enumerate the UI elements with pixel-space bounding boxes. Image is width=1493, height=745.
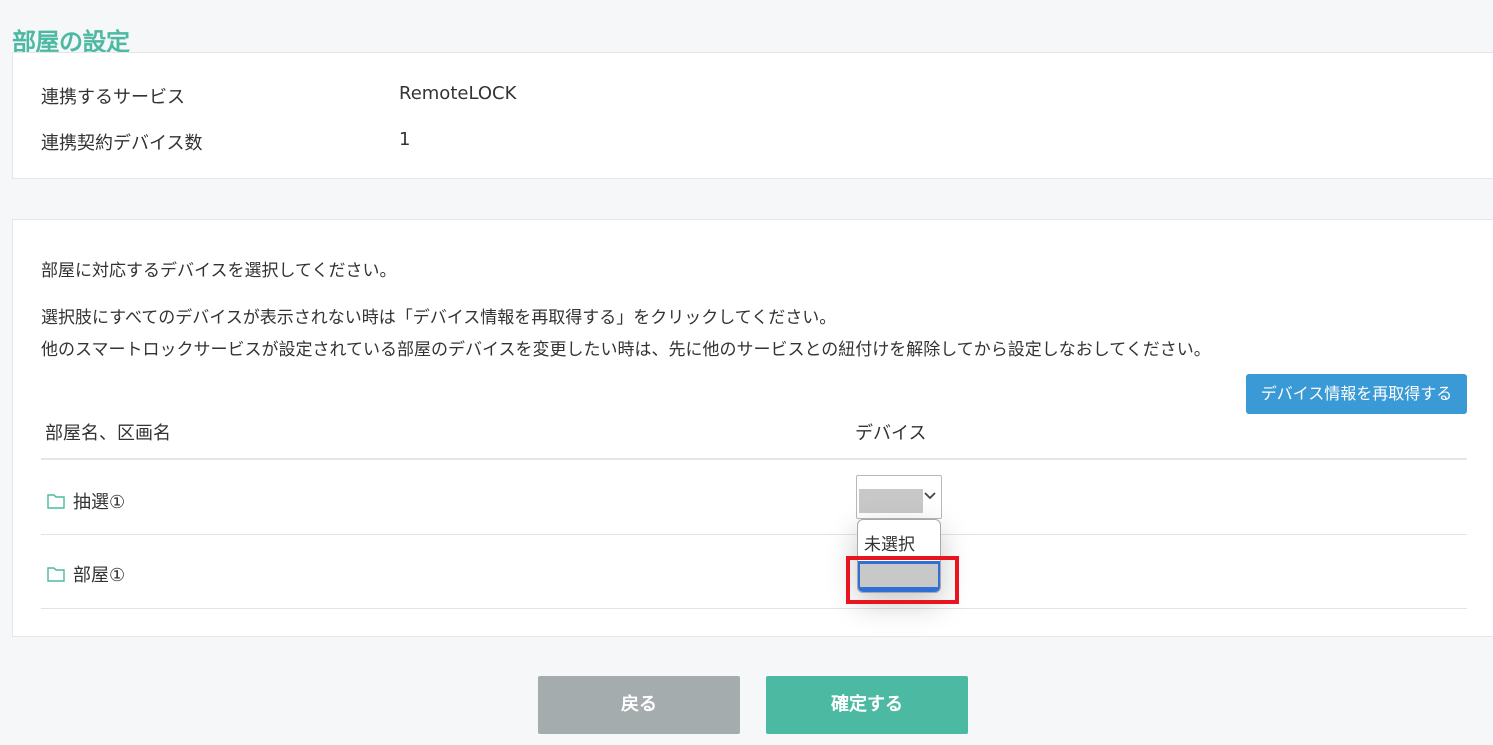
service-value: RemoteLOCK	[399, 83, 517, 104]
table-row: 部屋①	[47, 561, 125, 587]
note-line-1: 選択肢にすべてのデバイスが表示されない時は「デバイス情報を再取得する」をクリック…	[41, 308, 837, 328]
row-divider	[41, 608, 1467, 609]
chevron-down-icon	[924, 492, 936, 500]
refresh-devices-button[interactable]: デバイス情報を再取得する	[1246, 374, 1467, 414]
room-name: 部屋①	[73, 565, 126, 586]
back-button[interactable]: 戻る	[538, 676, 740, 734]
room-name: 抽選①	[73, 492, 126, 513]
table-header-divider	[41, 458, 1467, 460]
instruction-text: 部屋に対応するデバイスを選択してください。	[41, 261, 397, 281]
highlight-box	[846, 556, 959, 604]
folder-icon	[47, 493, 65, 509]
confirm-button[interactable]: 確定する	[766, 676, 968, 734]
service-info-card: 連携するサービス RemoteLOCK 連携契約デバイス数 1	[12, 52, 1493, 179]
service-row: 連携するサービス RemoteLOCK	[41, 83, 516, 109]
column-header-room: 部屋名、区画名	[45, 423, 171, 444]
row-divider	[41, 534, 1467, 535]
table-row: 抽選①	[47, 488, 125, 514]
dropdown-option-unselected[interactable]: 未選択	[864, 530, 915, 555]
folder-icon	[47, 566, 65, 582]
device-settings-card: 部屋に対応するデバイスを選択してください。 選択肢にすべてのデバイスが表示されな…	[12, 219, 1493, 637]
device-count-row: 連携契約デバイス数 1	[41, 129, 410, 155]
note-line-2: 他のスマートロックサービスが設定されている部屋のデバイスを変更したい時は、先に他…	[41, 340, 1211, 360]
device-count-value: 1	[399, 129, 411, 150]
service-label: 連携するサービス	[41, 87, 185, 108]
device-count-label: 連携契約デバイス数	[41, 133, 203, 154]
column-header-device: デバイス	[855, 423, 927, 444]
device-select[interactable]	[856, 475, 942, 519]
device-select-value	[859, 489, 923, 513]
